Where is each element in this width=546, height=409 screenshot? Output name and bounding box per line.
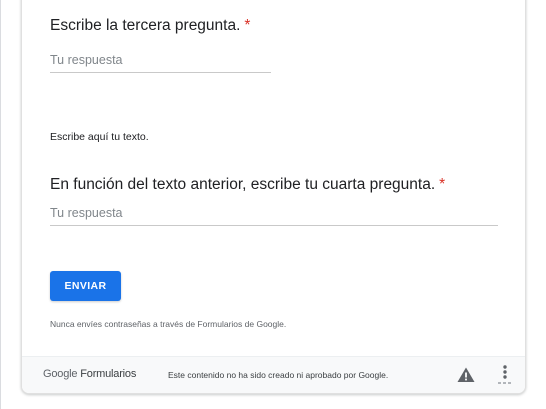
form-card: Escribe la tercera pregunta.* Escribe aq… <box>21 0 526 394</box>
question-3-title: Escribe la tercera pregunta. * <box>50 17 250 35</box>
question-3-text: Escribe la tercera pregunta. <box>50 17 241 34</box>
question-4-title: En función del texto anterior, escribe t… <box>50 176 445 194</box>
brand-google: Google <box>43 368 78 380</box>
question-4-text: En función del texto anterior, escribe t… <box>50 176 436 193</box>
brand-forms: Formularios <box>80 368 137 380</box>
google-forms-logo[interactable]: Google Formularios <box>43 368 136 380</box>
submit-button[interactable]: ENVIAR <box>50 271 121 301</box>
required-asterisk: * <box>439 176 446 193</box>
disclaimer-text: Este contenido no ha sido creado ni apro… <box>168 370 389 380</box>
required-asterisk: * <box>244 17 251 34</box>
password-warning: Nunca envíes contraseñas a través de For… <box>50 319 287 329</box>
page-left-border <box>0 0 1 409</box>
form-footer: Google Formularios Este contenido no ha s… <box>22 356 525 393</box>
more-vert-icon[interactable] <box>495 363 515 384</box>
warning-icon[interactable] <box>456 365 476 385</box>
section-description: Escribe aquí tu texto. <box>50 131 149 143</box>
form-page: Escribe la tercera pregunta.* Escribe aq… <box>0 0 546 409</box>
question-3-answer-input[interactable] <box>50 48 271 73</box>
question-4-answer-input[interactable] <box>50 201 498 226</box>
